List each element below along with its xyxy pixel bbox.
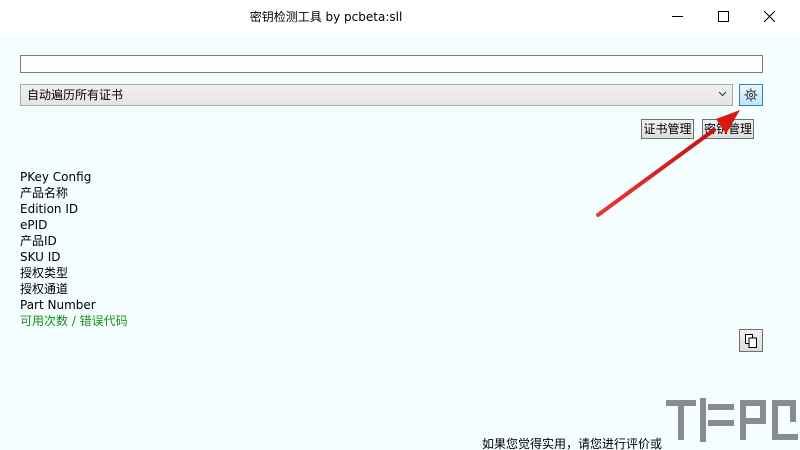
- copy-button[interactable]: [739, 329, 763, 352]
- minimize-icon: [671, 15, 683, 17]
- chevron-down-icon: [718, 91, 727, 97]
- key-input[interactable]: [20, 55, 763, 73]
- certificate-select-value: 自动遍历所有证书: [27, 88, 124, 102]
- info-pkey-config: PKey Config: [20, 170, 92, 184]
- settings-button[interactable]: [739, 84, 763, 106]
- maximize-button[interactable]: [700, 0, 746, 32]
- maximize-icon: [717, 10, 729, 22]
- minimize-button[interactable]: [654, 0, 700, 32]
- window-title: 密钥检测工具 by pcbeta:sll: [249, 10, 403, 24]
- info-product-name: 产品名称: [20, 186, 69, 200]
- certificate-select[interactable]: 自动遍历所有证书: [20, 84, 733, 106]
- title-bar: 密钥检测工具 by pcbeta:sll: [0, 0, 800, 34]
- info-product-id: 产品ID: [20, 234, 57, 248]
- info-usage-error-code: 可用次数 / 错误代码: [20, 314, 128, 328]
- info-edition-id: Edition ID: [20, 202, 79, 216]
- watermark-logo: [666, 398, 798, 442]
- copy-icon: [745, 333, 757, 348]
- info-fields: PKey Config 产品名称 Edition ID ePID 产品ID SK…: [20, 169, 420, 329]
- close-button[interactable]: [746, 0, 792, 32]
- gear-icon: [744, 88, 758, 102]
- key-manage-button[interactable]: 密钥管理: [702, 119, 754, 139]
- info-part-number: Part Number: [20, 298, 96, 312]
- info-sku-id: SKU ID: [20, 250, 61, 264]
- footer-text: 如果您觉得实用，请您进行评价或: [482, 437, 663, 450]
- certificate-manage-button[interactable]: 证书管理: [641, 119, 694, 139]
- close-icon: [763, 10, 775, 22]
- info-license-type: 授权类型: [20, 266, 69, 280]
- info-license-channel: 授权通道: [20, 282, 69, 296]
- info-epid: ePID: [20, 218, 48, 232]
